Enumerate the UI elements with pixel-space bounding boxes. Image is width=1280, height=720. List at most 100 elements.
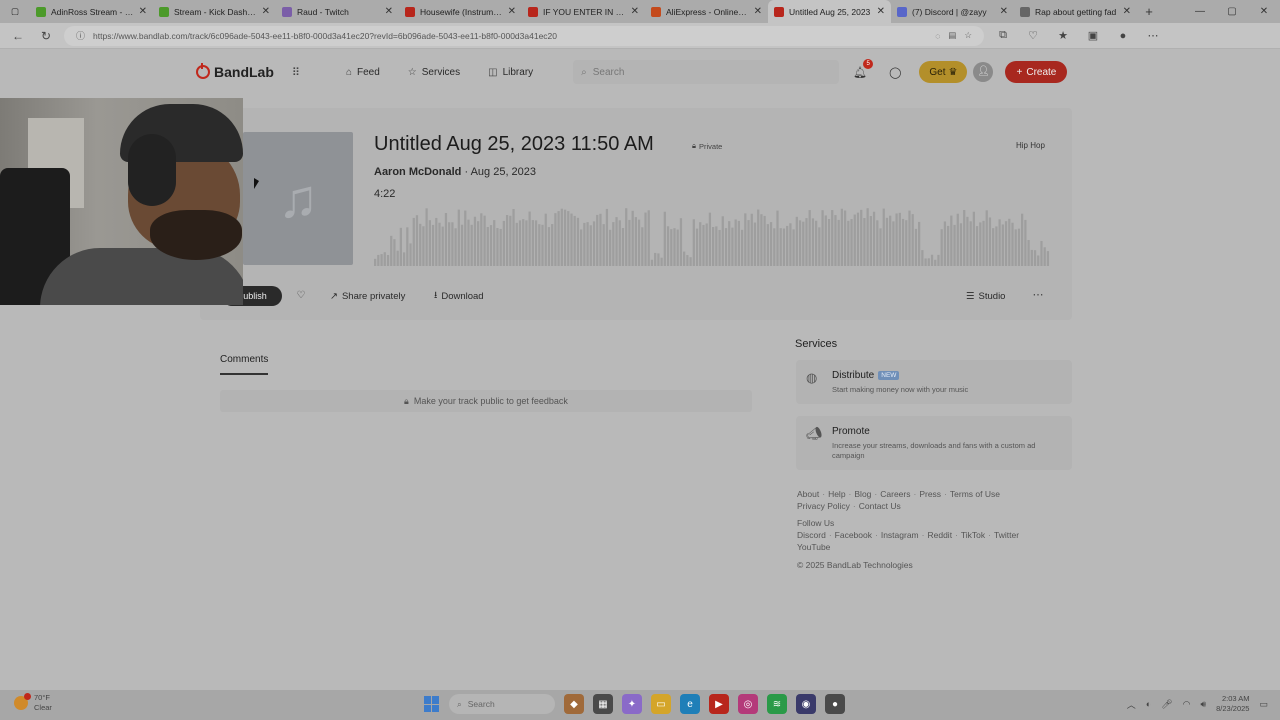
- library-icon: ◫: [488, 66, 498, 78]
- artist-name[interactable]: Aaron McDonald: [374, 166, 461, 178]
- browser-tab[interactable]: Stream - Kick Dashbo ✕: [153, 0, 276, 23]
- instagram-icon[interactable]: ◎: [738, 694, 758, 714]
- footer-link[interactable]: Help: [828, 489, 845, 499]
- footer-link[interactable]: TikTok: [961, 530, 985, 540]
- browser-tab[interactable]: Raud - Twitch ✕: [276, 0, 399, 23]
- browser-tab[interactable]: Housewife (Instrument ✕: [399, 0, 522, 23]
- create-button[interactable]: + Create: [1005, 61, 1068, 83]
- nav-library[interactable]: ◫ Library: [488, 67, 533, 78]
- maximize-icon[interactable]: ▢: [1216, 0, 1248, 23]
- genre-tag[interactable]: Hip Hop: [1016, 141, 1045, 150]
- footer-link[interactable]: Press: [919, 489, 941, 499]
- close-tab-icon[interactable]: ✕: [508, 6, 516, 17]
- refresh-icon[interactable]: ↻: [36, 29, 56, 43]
- new-tab-button[interactable]: +: [1137, 4, 1161, 19]
- footer-link[interactable]: Instagram: [881, 530, 919, 540]
- notifications-icon[interactable]: ▭: [1259, 699, 1268, 710]
- close-tab-icon[interactable]: ✕: [385, 6, 393, 17]
- copilot-icon[interactable]: ✦: [622, 694, 642, 714]
- clock[interactable]: 2:03 AM 8/23/2025: [1216, 694, 1249, 714]
- game-app-icon[interactable]: ◆: [564, 694, 584, 714]
- volume-icon[interactable]: 🔊︎: [1200, 699, 1206, 710]
- browser-tab[interactable]: Rap about getting fad ✕: [1014, 0, 1137, 23]
- footer-link[interactable]: Privacy Policy: [797, 501, 850, 511]
- collections-icon[interactable]: ▣: [1082, 29, 1104, 42]
- tray-chevron-icon[interactable]: ︿: [1127, 698, 1136, 711]
- open-studio-button[interactable]: ☰ Studio: [960, 286, 1011, 306]
- favorite-star-icon[interactable]: ☆: [964, 30, 972, 41]
- close-tab-icon[interactable]: ✕: [754, 6, 762, 17]
- apps-grid-icon[interactable]: ⠿: [292, 66, 300, 79]
- waveform-bar: [992, 228, 995, 266]
- close-tab-icon[interactable]: ✕: [1123, 6, 1131, 17]
- footer-link[interactable]: YouTube: [797, 542, 830, 552]
- favorites-icon[interactable]: ★: [1052, 29, 1074, 42]
- footer-link[interactable]: Terms of Use: [950, 489, 1000, 499]
- bandlab-logo[interactable]: BandLab: [196, 63, 274, 80]
- site-info-icon[interactable]: ⓘ: [76, 29, 85, 42]
- footer-link[interactable]: Blog: [854, 489, 871, 499]
- footer-link[interactable]: Careers: [880, 489, 910, 499]
- nav-services[interactable]: ☆ Services: [408, 67, 460, 78]
- footer-link[interactable]: Twitter: [994, 530, 1019, 540]
- task-view-icon[interactable]: ▦: [593, 694, 613, 714]
- distribute-card[interactable]: ◍ Distribute NEW Start making money now …: [796, 360, 1072, 404]
- footer-link[interactable]: Reddit: [927, 530, 952, 540]
- spotify-icon[interactable]: ≋: [767, 694, 787, 714]
- edge-browser-icon[interactable]: e: [680, 694, 700, 714]
- profile-icon[interactable]: ●: [1112, 30, 1134, 42]
- share-privately-button[interactable]: ↗ Share privately: [324, 286, 411, 306]
- waveform[interactable]: [374, 206, 1050, 266]
- notifications-bell-icon[interactable]: 🔔︎ 5: [853, 58, 874, 79]
- tracking-icon[interactable]: ◌: [935, 31, 940, 41]
- taskbar-search[interactable]: ⌕ Search: [449, 694, 555, 714]
- footer-link[interactable]: About: [797, 489, 819, 499]
- close-tab-icon[interactable]: ✕: [1000, 6, 1008, 17]
- browser-tab[interactable]: AdinRoss Stream - Wa ✕: [30, 0, 153, 23]
- footer-link[interactable]: Facebook: [835, 530, 872, 540]
- download-button[interactable]: ⭳ Download: [428, 286, 490, 306]
- tray-app-icon[interactable]: ◐: [1146, 699, 1151, 709]
- close-tab-icon[interactable]: ✕: [877, 6, 885, 17]
- footer-link[interactable]: Discord: [797, 530, 826, 540]
- minimize-icon[interactable]: —: [1184, 0, 1216, 23]
- browser-tab[interactable]: (7) Discord | @zayy ✕: [891, 0, 1014, 23]
- url-field[interactable]: ⓘ https://www.bandlab.com/track/6c096ade…: [64, 25, 984, 46]
- waveform-bar: [695, 228, 699, 266]
- tab-actions-icon[interactable]: ▢: [0, 0, 30, 23]
- close-window-icon[interactable]: ✕: [1248, 0, 1280, 23]
- browser-tab[interactable]: AliExpress - Online Sh ✕: [645, 0, 768, 23]
- microphone-icon[interactable]: 🎤︎: [1161, 699, 1172, 710]
- footer-link[interactable]: Contact Us: [859, 501, 901, 511]
- nav-feed[interactable]: ⌂ Feed: [346, 67, 380, 78]
- menu-icon[interactable]: ⋯: [1142, 29, 1164, 42]
- like-heart-icon[interactable]: ♡: [291, 286, 311, 306]
- close-tab-icon[interactable]: ✕: [631, 6, 639, 17]
- read-mode-icon[interactable]: ▤: [948, 30, 956, 41]
- youtube-app-icon[interactable]: ▶: [709, 694, 729, 714]
- browser-essentials-icon[interactable]: ♡: [1022, 29, 1044, 42]
- browser-tab[interactable]: Untitled Aug 25, 2023 ✕: [768, 0, 891, 23]
- browser-tab[interactable]: IF YOU ENTER IN CLUE ✕: [522, 0, 645, 23]
- messages-icon[interactable]: ◯: [889, 66, 901, 79]
- get-membership-button[interactable]: Get ♛: [919, 61, 968, 83]
- file-explorer-icon[interactable]: ▭: [651, 694, 671, 714]
- nav-library-label: Library: [502, 66, 534, 78]
- weather-widget[interactable]: 70°F Clear: [14, 693, 52, 713]
- user-avatar[interactable]: 👤︎: [973, 62, 994, 82]
- misc-app-icon[interactable]: ●: [825, 694, 845, 714]
- waveform-bar: [502, 220, 506, 266]
- megaphone-icon: 📣︎: [806, 426, 823, 441]
- comments-tab[interactable]: Comments: [220, 354, 269, 375]
- wifi-icon[interactable]: ◠: [1183, 699, 1191, 710]
- extensions-icon[interactable]: ⧉: [992, 29, 1014, 42]
- obs-icon[interactable]: ◉: [796, 694, 816, 714]
- search-input[interactable]: ⌕ Search: [573, 60, 840, 84]
- promote-card[interactable]: 📣︎ Promote Increase your streams, downlo…: [796, 416, 1072, 470]
- more-options-icon[interactable]: ⋯: [1028, 286, 1048, 306]
- weather-temp: 70°F: [34, 693, 50, 702]
- close-tab-icon[interactable]: ✕: [139, 6, 147, 17]
- start-icon[interactable]: [424, 696, 440, 712]
- back-icon[interactable]: ←: [8, 29, 28, 43]
- close-tab-icon[interactable]: ✕: [262, 6, 270, 17]
